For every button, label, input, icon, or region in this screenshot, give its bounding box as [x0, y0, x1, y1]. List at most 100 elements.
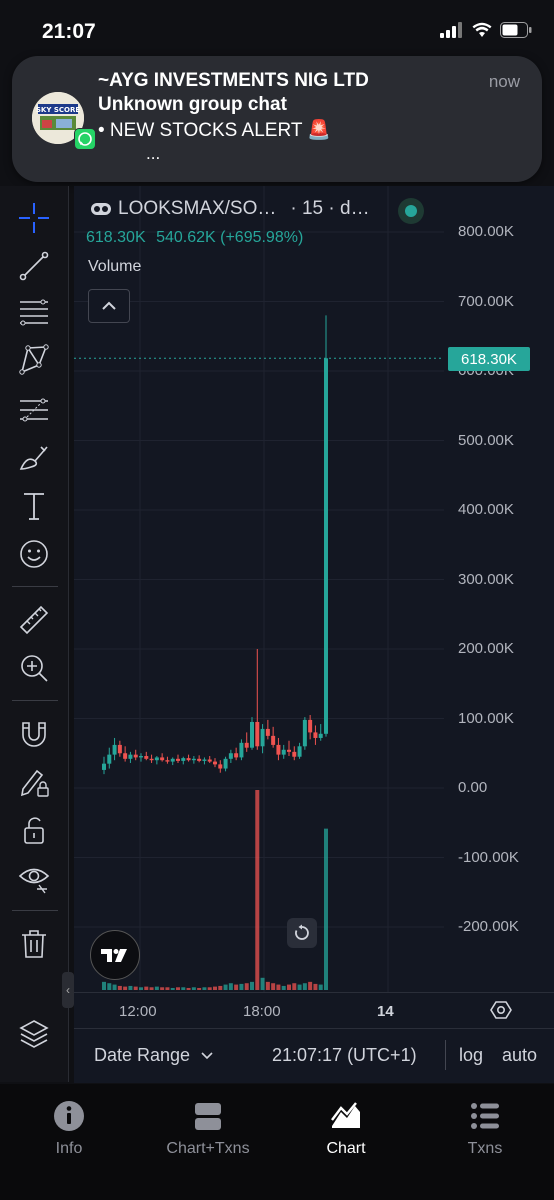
volume-bar — [255, 790, 260, 990]
chart-clock[interactable]: 21:07:17 (UTC+1) — [272, 1045, 417, 1066]
candle-body — [213, 761, 217, 765]
candle-body — [324, 358, 328, 734]
divider — [445, 1040, 446, 1070]
volume-bar — [149, 987, 154, 990]
symbol-legend[interactable]: LOOKSMAX/SO… · 15 · d… — [90, 198, 370, 220]
candle-body — [202, 759, 207, 761]
tab-txns[interactable]: Txns — [425, 1100, 545, 1158]
notification-more: ... — [146, 144, 161, 163]
auto-scale-toggle[interactable]: auto — [502, 1045, 537, 1066]
candle-body — [297, 746, 302, 757]
y-tick-label: -100.00K — [458, 848, 519, 866]
candle-body — [181, 758, 186, 761]
y-tick-label: 200.00K — [458, 640, 514, 657]
collapse-toolbar-button[interactable]: ‹ — [62, 972, 74, 1008]
notification-time: now — [488, 72, 520, 91]
candle-body — [197, 758, 202, 761]
trend-line-icon[interactable] — [14, 246, 54, 286]
collapse-legend-button[interactable] — [88, 289, 130, 323]
y-tick-label: -200.00K — [458, 918, 519, 935]
volume-bar — [112, 984, 117, 990]
volume-label: Volume — [88, 258, 142, 275]
signal-icon — [440, 22, 462, 38]
volume-bar — [123, 986, 128, 990]
magnet-icon[interactable] — [14, 714, 54, 754]
candle-body — [276, 744, 281, 755]
tab-chart[interactable]: Chart — [286, 1100, 406, 1158]
crosshair-icon[interactable] — [14, 198, 54, 238]
volume-bar — [302, 983, 307, 990]
tab-info[interactable]: Info — [9, 1100, 129, 1158]
volume-bar — [239, 983, 244, 990]
battery-icon — [500, 22, 532, 38]
ruler-icon[interactable] — [14, 600, 54, 640]
log-scale-toggle[interactable]: log — [459, 1045, 483, 1066]
volume-bar — [176, 987, 180, 990]
y-tick-label: 0.00 — [458, 779, 488, 796]
chevron-up-icon — [102, 301, 116, 310]
volume-bar — [128, 985, 133, 990]
volume-bar — [107, 983, 112, 990]
candle-body — [302, 719, 307, 747]
y-tick-label: 800.00K — [458, 223, 514, 240]
volume-bar — [213, 986, 217, 990]
volume-bar — [202, 987, 207, 990]
candle-body — [112, 744, 117, 755]
candle-body — [117, 744, 122, 754]
tab-chart-txns[interactable]: Chart+Txns — [148, 1100, 268, 1158]
last-value: 618.30K — [86, 229, 146, 246]
candle-body — [165, 760, 170, 762]
unlock-icon[interactable] — [14, 810, 54, 850]
candle-body — [255, 721, 260, 747]
pattern-icon[interactable] — [14, 340, 54, 380]
y-tick-label: 400.00K — [458, 501, 514, 518]
candle-body — [287, 749, 291, 752]
brush-icon[interactable] — [14, 438, 54, 478]
candle-body — [234, 753, 239, 758]
volume-bar — [102, 981, 106, 990]
date-range-button[interactable]: Date Range — [94, 1045, 213, 1066]
volume-bar — [281, 985, 286, 990]
candle-body — [160, 757, 165, 761]
candle-body — [144, 756, 149, 759]
notification-subtitle: Unknown group chat — [98, 94, 287, 115]
fib-retracement-icon[interactable] — [14, 292, 54, 332]
candle-body — [260, 728, 265, 747]
settings-hexagon-icon[interactable] — [490, 999, 512, 1021]
trash-icon[interactable] — [14, 924, 54, 964]
avatar-text: SKY SCORE — [36, 106, 80, 114]
candle-body — [239, 742, 244, 758]
notification-title: ~AYG INVESTMENTS NIG LTD — [98, 70, 369, 91]
forecasting-icon[interactable] — [14, 390, 54, 430]
current-price-label: 618.30K — [448, 347, 530, 371]
whatsapp-notification[interactable]: SKY SCORE ~AYG INVESTMENTS NIG LTD Unkno… — [12, 56, 542, 182]
candle-body — [186, 758, 191, 761]
candle-body — [223, 758, 228, 769]
link-icon — [91, 203, 111, 215]
volume-bar — [160, 987, 165, 990]
volume-bar — [117, 985, 122, 990]
volume-bar — [165, 987, 170, 990]
candle-body — [271, 735, 276, 745]
reset-chart-button[interactable] — [287, 918, 317, 948]
volume-bar — [265, 981, 270, 990]
candle-body — [228, 753, 233, 759]
volume-bar — [191, 987, 196, 990]
drawing-toolbar — [0, 186, 69, 1082]
ohlc-values: 618.30K 540.62K (+695.98%) — [86, 229, 303, 247]
volume-bar — [144, 986, 149, 990]
info-icon — [54, 1101, 84, 1131]
emoji-icon[interactable] — [14, 534, 54, 574]
text-icon[interactable] — [14, 486, 54, 526]
zoom-in-icon[interactable] — [14, 648, 54, 688]
eye-icon[interactable] — [14, 858, 54, 898]
layers-icon[interactable] — [14, 1014, 54, 1054]
candle-body — [191, 758, 196, 761]
tradingview-logo-icon[interactable] — [90, 930, 140, 980]
candle-body — [218, 764, 223, 769]
lock-drawing-icon[interactable] — [14, 762, 54, 802]
list-icon — [471, 1103, 499, 1129]
volume-bar — [181, 987, 186, 990]
candle-body — [265, 728, 270, 736]
candle-body — [176, 758, 180, 761]
